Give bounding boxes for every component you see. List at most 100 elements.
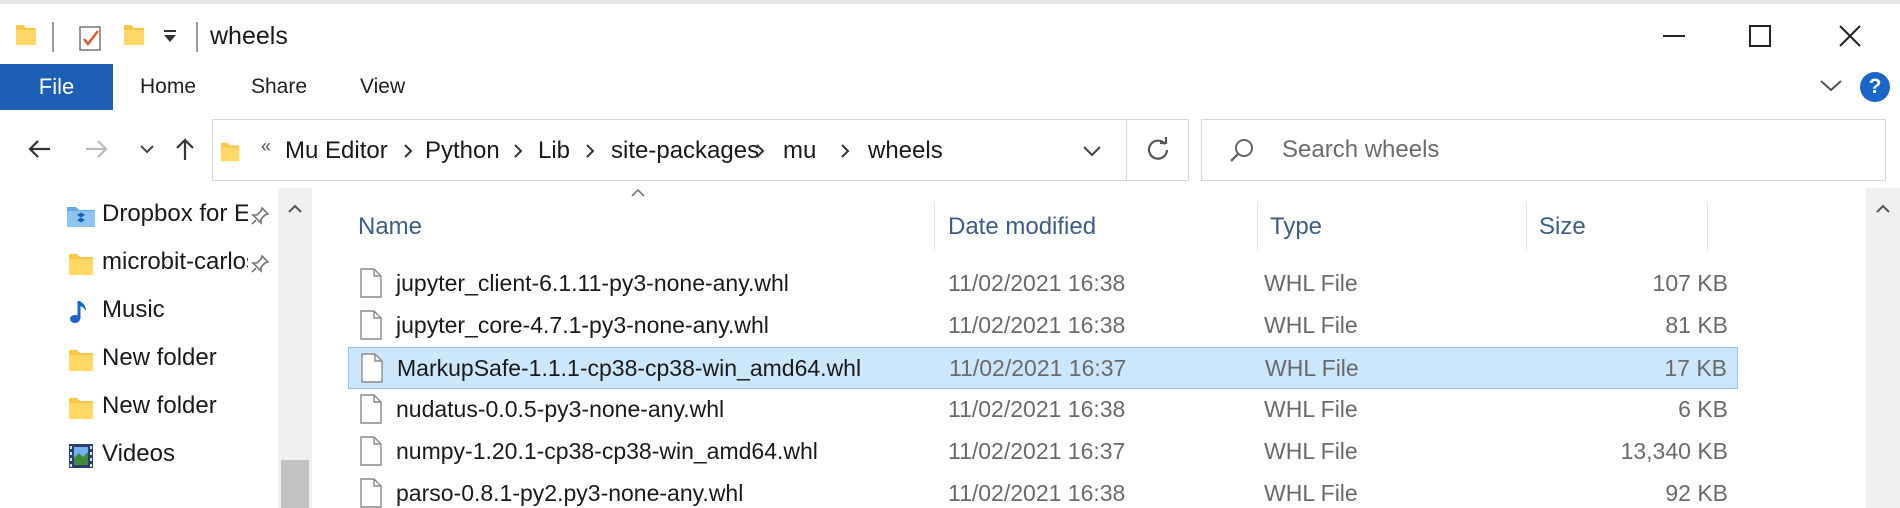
tab-share[interactable]: Share <box>251 64 307 110</box>
table-row[interactable]: jupyter_client-6.1.11-py3-none-any.whl 11… <box>348 263 1738 305</box>
customize-quick-access-icon[interactable] <box>162 30 186 64</box>
address-dropdown-chevron-icon[interactable] <box>1081 142 1103 160</box>
navigation-bar: « Mu Editor Python Lib site-packages mu … <box>0 112 1900 188</box>
file-name: nudatus-0.0.5-py3-none-any.whl <box>396 396 725 422</box>
search-icon <box>1229 138 1255 169</box>
column-divider[interactable] <box>934 202 935 252</box>
table-row[interactable]: nudatus-0.0.5-py3-none-any.whl 11/02/2021… <box>348 389 1738 431</box>
music-icon <box>70 301 86 323</box>
scroll-up-chevron-icon[interactable] <box>286 202 304 216</box>
breadcrumb-wheels[interactable]: wheels <box>868 137 943 165</box>
column-header-size[interactable]: Size <box>1527 202 1707 252</box>
new-folder-icon[interactable] <box>122 20 146 54</box>
tab-home[interactable]: Home <box>140 64 196 110</box>
table-row[interactable]: jupyter_core-4.7.1-py3-none-any.whl 11/02… <box>348 305 1738 347</box>
file-list-scrollbar[interactable] <box>1866 188 1900 508</box>
videos-icon <box>69 444 93 468</box>
nav-item-microbit[interactable]: microbit-carlos <box>0 242 278 286</box>
file-type: WHL File <box>1265 355 1359 381</box>
title-separator <box>196 22 198 52</box>
file-icon <box>361 353 383 383</box>
table-row[interactable]: numpy-1.20.1-cp38-cp38-win_amd64.whl 11/0… <box>348 431 1738 473</box>
file-size: 81 KB <box>1665 312 1728 338</box>
file-date-modified: 11/02/2021 16:38 <box>948 312 1126 338</box>
pin-icon <box>251 254 270 273</box>
nav-item-new-folder[interactable]: New folder <box>0 338 278 382</box>
file-date-modified: 11/02/2021 16:37 <box>948 438 1126 464</box>
file-date-modified: 11/02/2021 16:38 <box>948 270 1126 296</box>
breadcrumb-python[interactable]: Python <box>425 137 500 165</box>
nav-pane-scrollbar[interactable] <box>278 188 312 508</box>
file-name: jupyter_client-6.1.11-py3-none-any.whl <box>396 270 789 296</box>
breadcrumb-mu[interactable]: mu <box>783 137 816 165</box>
file-type: WHL File <box>1264 312 1358 338</box>
search-input[interactable] <box>1282 120 1862 180</box>
breadcrumb-lib[interactable]: Lib <box>538 137 570 165</box>
window-title: wheels <box>210 22 288 50</box>
column-header-date[interactable]: Date modified <box>936 202 1256 252</box>
breadcrumb-separator-icon[interactable] <box>511 142 525 160</box>
file-date-modified: 11/02/2021 16:38 <box>948 396 1126 422</box>
back-button[interactable] <box>22 132 56 166</box>
nav-item-label: Dropbox for Education <box>102 200 248 227</box>
table-row-selected[interactable]: MarkupSafe-1.1.1-cp38-cp38-win_amd64.whl… <box>348 347 1738 389</box>
nav-item-label: New folder <box>102 344 217 371</box>
table-row[interactable]: parso-0.8.1-py2.py3-none-any.whl 11/02/20… <box>348 473 1738 508</box>
title-separator <box>52 22 54 52</box>
recent-locations-chevron-icon[interactable] <box>130 132 164 166</box>
file-type: WHL File <box>1264 438 1358 464</box>
address-bar[interactable]: « Mu Editor Python Lib site-packages mu … <box>212 119 1127 181</box>
scroll-up-chevron-icon[interactable] <box>1874 202 1892 216</box>
file-date-modified: 11/02/2021 16:37 <box>949 355 1127 381</box>
close-button[interactable] <box>1810 14 1890 58</box>
file-date-modified: 11/02/2021 16:38 <box>948 480 1126 506</box>
file-name: MarkupSafe-1.1.1-cp38-cp38-win_amd64.whl <box>397 355 862 381</box>
breadcrumb-separator-icon[interactable] <box>583 142 597 160</box>
nav-item-label: New folder <box>102 392 217 419</box>
up-button[interactable] <box>168 132 202 166</box>
breadcrumb-separator-icon[interactable] <box>753 142 767 160</box>
scrollbar-thumb[interactable] <box>281 460 309 508</box>
forward-button[interactable] <box>80 132 114 166</box>
more-locations-button[interactable]: « <box>261 136 271 157</box>
help-button[interactable]: ? <box>1860 72 1890 102</box>
column-divider[interactable] <box>1707 202 1708 252</box>
file-size: 107 KB <box>1652 270 1728 296</box>
nav-item-videos[interactable]: Videos <box>0 434 278 478</box>
minimize-button[interactable] <box>1634 14 1714 58</box>
file-icon <box>360 268 382 298</box>
breadcrumb-separator-icon[interactable] <box>838 142 852 160</box>
file-type: WHL File <box>1264 396 1358 422</box>
file-size: 92 KB <box>1665 480 1728 506</box>
nav-item-label: Music <box>102 296 165 323</box>
title-bar: wheels <box>0 0 1900 72</box>
folder-icon <box>69 398 93 419</box>
folder-icon <box>69 254 93 275</box>
tab-file[interactable]: File <box>0 64 113 110</box>
breadcrumb-site-packages[interactable]: site-packages <box>611 137 759 165</box>
folder-app-icon[interactable] <box>14 20 38 54</box>
maximize-button[interactable] <box>1720 14 1800 58</box>
file-icon <box>360 436 382 466</box>
ribbon-tabs: File Home Share View ? <box>0 64 1900 110</box>
breadcrumb-separator-icon[interactable] <box>401 142 415 160</box>
file-type: WHL File <box>1264 270 1358 296</box>
file-size: 17 KB <box>1664 355 1727 381</box>
nav-item-new-folder[interactable]: New folder <box>0 386 278 430</box>
column-header-name[interactable]: Name <box>346 202 934 252</box>
folder-icon <box>219 138 241 169</box>
column-header-type[interactable]: Type <box>1258 202 1526 252</box>
refresh-icon <box>1147 137 1168 160</box>
nav-item-music[interactable]: Music <box>0 290 278 334</box>
expand-ribbon-chevron-icon[interactable] <box>1818 74 1848 100</box>
folder-icon <box>69 350 93 371</box>
file-icon <box>360 394 382 424</box>
nav-item-label: microbit-carlos <box>102 248 248 275</box>
refresh-button[interactable] <box>1127 119 1189 181</box>
nav-item-dropbox[interactable]: Dropbox for Education <box>0 194 278 238</box>
breadcrumb-mu-editor[interactable]: Mu Editor <box>285 137 388 165</box>
tab-view[interactable]: View <box>360 64 405 110</box>
file-icon <box>360 310 382 340</box>
properties-icon[interactable] <box>78 24 102 58</box>
search-box[interactable] <box>1201 119 1886 181</box>
